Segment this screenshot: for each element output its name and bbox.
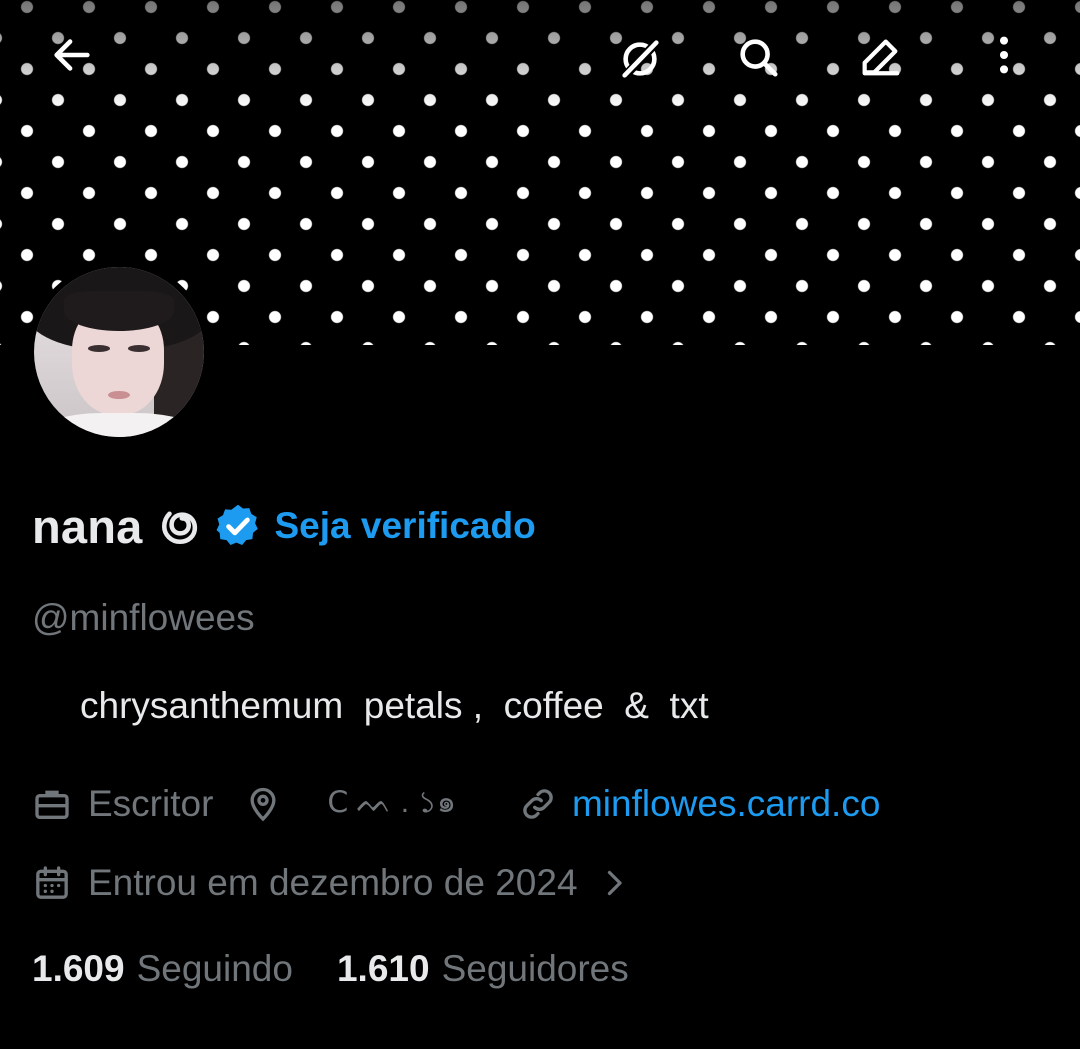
search-icon	[740, 39, 778, 77]
followers-stat[interactable]: 1.610 Seguidores	[337, 948, 629, 990]
following-label: Seguindo	[136, 948, 293, 989]
arrow-left-icon	[54, 39, 90, 71]
profession-text: Escritor	[88, 782, 214, 824]
avatar[interactable]	[28, 261, 210, 443]
location-item: ꓚ ᨓ . ১๑	[243, 778, 456, 829]
website-item[interactable]: minflowes.carrd.co	[518, 783, 880, 825]
more-options-button[interactable]	[976, 27, 1032, 83]
display-name: nana	[32, 499, 143, 553]
avatar-photo	[34, 267, 204, 437]
following-count: 1.609	[32, 948, 125, 989]
name-row: nana Seja verificado	[32, 498, 536, 554]
profile-meta-row: Escritor ꓚ ᨓ . ১๑ minflowes.carrd.co	[32, 778, 880, 829]
link-icon	[523, 788, 553, 819]
swirl-emblem-icon	[161, 511, 197, 545]
location-text: ꓚ ᨓ . ১๑	[327, 786, 456, 819]
chevron-right-icon	[607, 870, 622, 896]
grok-button[interactable]	[612, 31, 668, 87]
verified-badge-icon[interactable]	[213, 501, 263, 551]
briefcase-icon	[35, 790, 69, 819]
location-pin-icon	[250, 787, 276, 821]
profession-item: Escritor	[32, 783, 213, 825]
back-button[interactable]	[44, 27, 100, 83]
followers-count: 1.610	[336, 948, 430, 989]
user-handle: @minflowees	[32, 597, 255, 638]
joined-date-text: Entrou em dezembro de 2024	[88, 862, 578, 903]
edit-button[interactable]	[852, 29, 908, 85]
joined-row[interactable]: Entrou em dezembro de 2024	[32, 862, 632, 904]
more-vertical-icon	[999, 36, 1009, 74]
profile-bio: chrysanthemum petals , coffee & txt	[80, 685, 709, 726]
following-stat[interactable]: 1.609 Seguindo	[32, 948, 293, 990]
website-link[interactable]: minflowes.carrd.co	[572, 783, 880, 825]
followers-label: Seguidores	[441, 948, 629, 989]
edit-icon	[862, 39, 900, 76]
calendar-icon	[36, 866, 68, 899]
get-verified-link[interactable]: Seja verificado	[275, 505, 536, 547]
follow-stats: 1.609 Seguindo 1.610 Seguidores	[32, 948, 629, 990]
profile-page: nana Seja verificado @minflowees chrysan…	[0, 0, 1080, 1049]
banner-top-shade	[0, 0, 1080, 110]
search-button[interactable]	[730, 29, 786, 85]
grok-icon	[620, 37, 662, 81]
